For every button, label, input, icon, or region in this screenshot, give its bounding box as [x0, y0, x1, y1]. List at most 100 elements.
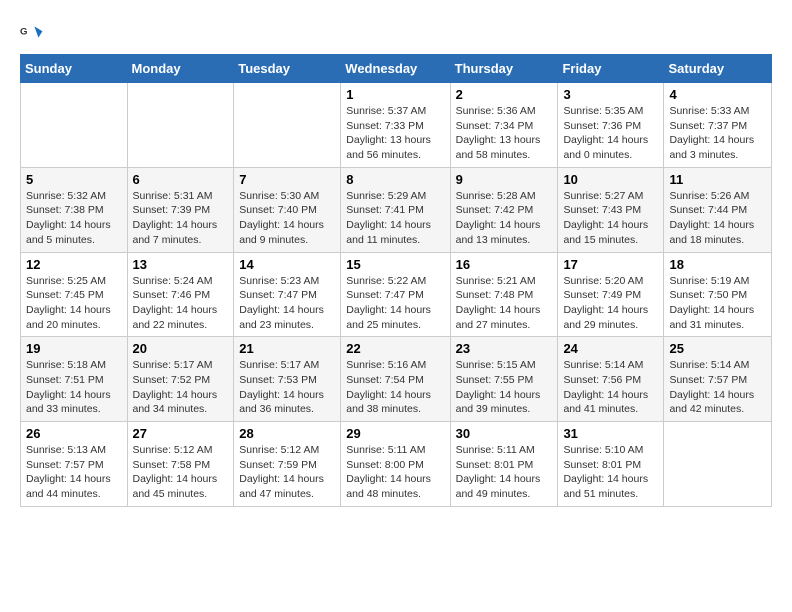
- day-number: 12: [26, 257, 122, 272]
- day-info: Sunrise: 5:24 AM Sunset: 7:46 PM Dayligh…: [133, 274, 229, 333]
- calendar-cell: [21, 83, 128, 168]
- calendar-cell: 2 Sunrise: 5:36 AM Sunset: 7:34 PM Daylig…: [450, 83, 558, 168]
- day-number: 20: [133, 341, 229, 356]
- day-number: 16: [456, 257, 553, 272]
- day-info: Sunrise: 5:17 AM Sunset: 7:53 PM Dayligh…: [239, 358, 335, 417]
- day-info: Sunrise: 5:21 AM Sunset: 7:48 PM Dayligh…: [456, 274, 553, 333]
- header-sunday: Sunday: [21, 55, 128, 83]
- day-info: Sunrise: 5:13 AM Sunset: 7:57 PM Dayligh…: [26, 443, 122, 502]
- logo: G: [20, 20, 48, 44]
- day-number: 19: [26, 341, 122, 356]
- header-wednesday: Wednesday: [341, 55, 450, 83]
- day-info: Sunrise: 5:18 AM Sunset: 7:51 PM Dayligh…: [26, 358, 122, 417]
- day-number: 17: [563, 257, 658, 272]
- calendar-cell: 18Sunrise: 5:19 AM Sunset: 7:50 PM Dayli…: [664, 252, 772, 337]
- day-number: 22: [346, 341, 444, 356]
- day-info: Sunrise: 5:22 AM Sunset: 7:47 PM Dayligh…: [346, 274, 444, 333]
- calendar-cell: 7Sunrise: 5:30 AM Sunset: 7:40 PM Daylig…: [234, 167, 341, 252]
- calendar-cell: 23Sunrise: 5:15 AM Sunset: 7:55 PM Dayli…: [450, 337, 558, 422]
- day-info: Sunrise: 5:33 AM Sunset: 7:37 PM Dayligh…: [669, 104, 766, 163]
- day-info: Sunrise: 5:14 AM Sunset: 7:57 PM Dayligh…: [669, 358, 766, 417]
- logo-icon: G: [20, 20, 44, 44]
- day-info: Sunrise: 5:37 AM Sunset: 7:33 PM Dayligh…: [346, 104, 444, 163]
- calendar-cell: 29 Sunrise: 5:11 AM Sunset: 8:00 PM Dayli…: [341, 422, 450, 507]
- calendar-cell: 20Sunrise: 5:17 AM Sunset: 7:52 PM Dayli…: [127, 337, 234, 422]
- day-info: Sunrise: 5:12 AM Sunset: 7:59 PM Dayligh…: [239, 443, 335, 502]
- calendar-cell: 12 Sunrise: 5:25 AM Sunset: 7:45 PM Dayli…: [21, 252, 128, 337]
- day-info: Sunrise: 5:31 AM Sunset: 7:39 PM Dayligh…: [133, 189, 229, 248]
- calendar-cell: 13 Sunrise: 5:24 AM Sunset: 7:46 PM Dayli…: [127, 252, 234, 337]
- day-number: 26: [26, 426, 122, 441]
- day-info: Sunrise: 5:19 AM Sunset: 7:50 PM Dayligh…: [669, 274, 766, 333]
- day-info: Sunrise: 5:27 AM Sunset: 7:43 PM Dayligh…: [563, 189, 658, 248]
- header-monday: Monday: [127, 55, 234, 83]
- calendar-cell: 5Sunrise: 5:32 AM Sunset: 7:38 PM Daylig…: [21, 167, 128, 252]
- calendar-cell: 24 Sunrise: 5:14 AM Sunset: 7:56 PM Dayli…: [558, 337, 664, 422]
- svg-text:G: G: [20, 26, 27, 37]
- week-row-1: 5Sunrise: 5:32 AM Sunset: 7:38 PM Daylig…: [21, 167, 772, 252]
- day-number: 31: [563, 426, 658, 441]
- day-info: Sunrise: 5:25 AM Sunset: 7:45 PM Dayligh…: [26, 274, 122, 333]
- calendar-cell: 17 Sunrise: 5:20 AM Sunset: 7:49 PM Dayli…: [558, 252, 664, 337]
- calendar-cell: 14Sunrise: 5:23 AM Sunset: 7:47 PM Dayli…: [234, 252, 341, 337]
- day-number: 3: [563, 87, 658, 102]
- calendar-cell: 3 Sunrise: 5:35 AM Sunset: 7:36 PM Daylig…: [558, 83, 664, 168]
- week-row-4: 26 Sunrise: 5:13 AM Sunset: 7:57 PM Dayli…: [21, 422, 772, 507]
- calendar-cell: [664, 422, 772, 507]
- day-number: 10: [563, 172, 658, 187]
- calendar-cell: 21Sunrise: 5:17 AM Sunset: 7:53 PM Dayli…: [234, 337, 341, 422]
- day-number: 28: [239, 426, 335, 441]
- day-number: 11: [669, 172, 766, 187]
- calendar-cell: 19 Sunrise: 5:18 AM Sunset: 7:51 PM Dayli…: [21, 337, 128, 422]
- calendar-cell: 15 Sunrise: 5:22 AM Sunset: 7:47 PM Dayli…: [341, 252, 450, 337]
- day-info: Sunrise: 5:11 AM Sunset: 8:01 PM Dayligh…: [456, 443, 553, 502]
- day-number: 13: [133, 257, 229, 272]
- day-info: Sunrise: 5:14 AM Sunset: 7:56 PM Dayligh…: [563, 358, 658, 417]
- day-number: 29: [346, 426, 444, 441]
- header-saturday: Saturday: [664, 55, 772, 83]
- calendar-cell: 1 Sunrise: 5:37 AM Sunset: 7:33 PM Daylig…: [341, 83, 450, 168]
- day-number: 25: [669, 341, 766, 356]
- day-number: 8: [346, 172, 444, 187]
- day-number: 24: [563, 341, 658, 356]
- calendar-cell: [234, 83, 341, 168]
- day-info: Sunrise: 5:11 AM Sunset: 8:00 PM Dayligh…: [346, 443, 444, 502]
- header-thursday: Thursday: [450, 55, 558, 83]
- day-number: 30: [456, 426, 553, 441]
- day-number: 2: [456, 87, 553, 102]
- calendar-cell: 28 Sunrise: 5:12 AM Sunset: 7:59 PM Dayli…: [234, 422, 341, 507]
- day-info: Sunrise: 5:20 AM Sunset: 7:49 PM Dayligh…: [563, 274, 658, 333]
- calendar-cell: 30 Sunrise: 5:11 AM Sunset: 8:01 PM Dayli…: [450, 422, 558, 507]
- calendar-cell: 8Sunrise: 5:29 AM Sunset: 7:41 PM Daylig…: [341, 167, 450, 252]
- day-info: Sunrise: 5:28 AM Sunset: 7:42 PM Dayligh…: [456, 189, 553, 248]
- header: G: [20, 20, 772, 44]
- day-info: Sunrise: 5:12 AM Sunset: 7:58 PM Dayligh…: [133, 443, 229, 502]
- day-info: Sunrise: 5:36 AM Sunset: 7:34 PM Dayligh…: [456, 104, 553, 163]
- day-number: 9: [456, 172, 553, 187]
- calendar-cell: 22Sunrise: 5:16 AM Sunset: 7:54 PM Dayli…: [341, 337, 450, 422]
- calendar-cell: 27 Sunrise: 5:12 AM Sunset: 7:58 PM Dayli…: [127, 422, 234, 507]
- calendar-cell: 26 Sunrise: 5:13 AM Sunset: 7:57 PM Dayli…: [21, 422, 128, 507]
- day-number: 14: [239, 257, 335, 272]
- day-number: 6: [133, 172, 229, 187]
- day-info: Sunrise: 5:26 AM Sunset: 7:44 PM Dayligh…: [669, 189, 766, 248]
- calendar-cell: 9 Sunrise: 5:28 AM Sunset: 7:42 PM Daylig…: [450, 167, 558, 252]
- day-info: Sunrise: 5:35 AM Sunset: 7:36 PM Dayligh…: [563, 104, 658, 163]
- week-row-2: 12 Sunrise: 5:25 AM Sunset: 7:45 PM Dayli…: [21, 252, 772, 337]
- header-row: SundayMondayTuesdayWednesdayThursdayFrid…: [21, 55, 772, 83]
- calendar-cell: 11 Sunrise: 5:26 AM Sunset: 7:44 PM Dayli…: [664, 167, 772, 252]
- calendar-cell: 4 Sunrise: 5:33 AM Sunset: 7:37 PM Daylig…: [664, 83, 772, 168]
- day-number: 15: [346, 257, 444, 272]
- calendar-table: SundayMondayTuesdayWednesdayThursdayFrid…: [20, 54, 772, 507]
- day-number: 4: [669, 87, 766, 102]
- day-info: Sunrise: 5:30 AM Sunset: 7:40 PM Dayligh…: [239, 189, 335, 248]
- calendar-cell: 25 Sunrise: 5:14 AM Sunset: 7:57 PM Dayli…: [664, 337, 772, 422]
- week-row-0: 1 Sunrise: 5:37 AM Sunset: 7:33 PM Daylig…: [21, 83, 772, 168]
- day-number: 27: [133, 426, 229, 441]
- calendar-cell: 31Sunrise: 5:10 AM Sunset: 8:01 PM Dayli…: [558, 422, 664, 507]
- day-number: 1: [346, 87, 444, 102]
- calendar-cell: 10 Sunrise: 5:27 AM Sunset: 7:43 PM Dayli…: [558, 167, 664, 252]
- calendar-body: 1 Sunrise: 5:37 AM Sunset: 7:33 PM Daylig…: [21, 83, 772, 507]
- day-number: 5: [26, 172, 122, 187]
- calendar-cell: [127, 83, 234, 168]
